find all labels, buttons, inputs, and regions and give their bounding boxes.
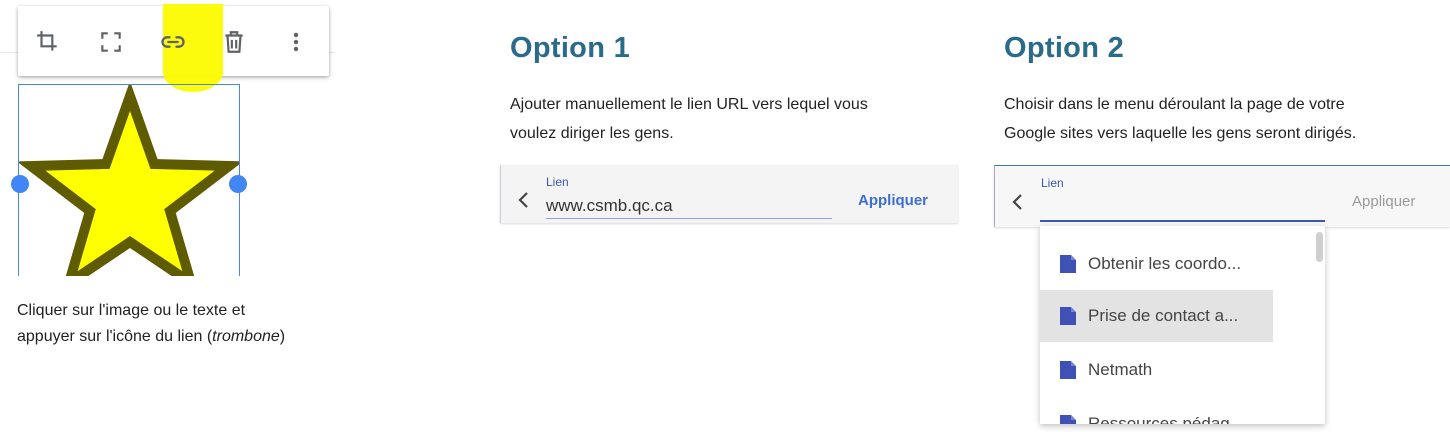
link-field-label: Lien [546,175,569,189]
caption-line-1: Cliquer sur l'image ou le texte et [17,302,246,319]
link-input-underline [546,218,832,219]
link-button[interactable] [157,26,189,58]
document-icon [1060,361,1076,379]
caption-line-2: appuyer sur l'icône du lien (trombone) [17,324,347,350]
dropdown-item[interactable]: Netmath [1040,344,1273,396]
caption-text: appuyer sur l'icône du lien ( [17,328,213,345]
more-options-button[interactable] [280,26,312,58]
selected-image[interactable] [18,84,240,276]
apply-button[interactable]: Appliquer [858,192,928,209]
star-icon [19,85,239,276]
trash-icon [225,31,243,53]
link-url-input[interactable]: www.csmb.qc.ca [546,196,673,216]
dropdown-item-label: Ressources pédag... [1088,414,1244,424]
option1-description: Ajouter manuellement le lien URL vers le… [510,90,940,148]
option2-desc-line-2: Google sites vers laquelle les gens sero… [1004,125,1357,142]
link-icon [161,36,185,48]
option2-link-bar: Lien Appliquer [994,165,1450,227]
dropdown-scrollbar[interactable] [1316,232,1323,262]
option1-desc-line-2: voulez diriger les gens. [510,125,674,142]
option2-desc-line-1: Choisir dans le menu déroulant la page d… [1004,96,1345,113]
resize-handle-right[interactable] [229,175,247,193]
dropdown-item-label: Netmath [1088,360,1153,379]
crop-icon [37,31,57,51]
crop-button[interactable] [32,26,64,58]
document-icon [1060,307,1076,325]
fullscreen-icon [101,32,121,52]
option1-title: Option 1 [510,32,630,64]
apply-button-disabled[interactable]: Appliquer [1352,193,1415,210]
delete-button[interactable] [218,26,250,58]
dropdown-item[interactable]: Obtenir les coordo... [1040,238,1273,290]
option2-description: Choisir dans le menu déroulant la page d… [1004,90,1444,148]
dropdown-item-label: Prise de contact a... [1088,306,1239,325]
image-toolbar [18,4,329,92]
document-icon [1060,255,1076,273]
option1-desc-line-1: Ajouter manuellement le lien URL vers le… [510,96,868,113]
back-chevron-icon[interactable] [1006,190,1030,214]
resize-handle-left[interactable] [11,175,29,193]
option2-title: Option 2 [1004,32,1124,64]
option1-link-bar: Lien www.csmb.qc.ca Appliquer [500,165,958,223]
back-chevron-icon[interactable] [512,188,536,212]
page-dropdown: Obtenir les coordo... Prise de contact a… [1040,226,1325,424]
dropdown-item-selected[interactable]: Prise de contact a... [1040,290,1273,342]
more-vertical-icon [293,32,299,52]
instruction-caption: Cliquer sur l'image ou le texte et appuy… [17,298,347,350]
caption-emphasis: trombone [212,328,280,345]
dropdown-item[interactable]: Ressources pédag... [1040,398,1273,424]
document-icon [1060,415,1076,424]
dropdown-item-label: Obtenir les coordo... [1088,254,1242,273]
fullscreen-button[interactable] [95,26,127,58]
link-input-underline-active [1040,220,1325,222]
link-field-label: Lien [1041,176,1064,190]
caption-text-end: ) [279,328,286,345]
